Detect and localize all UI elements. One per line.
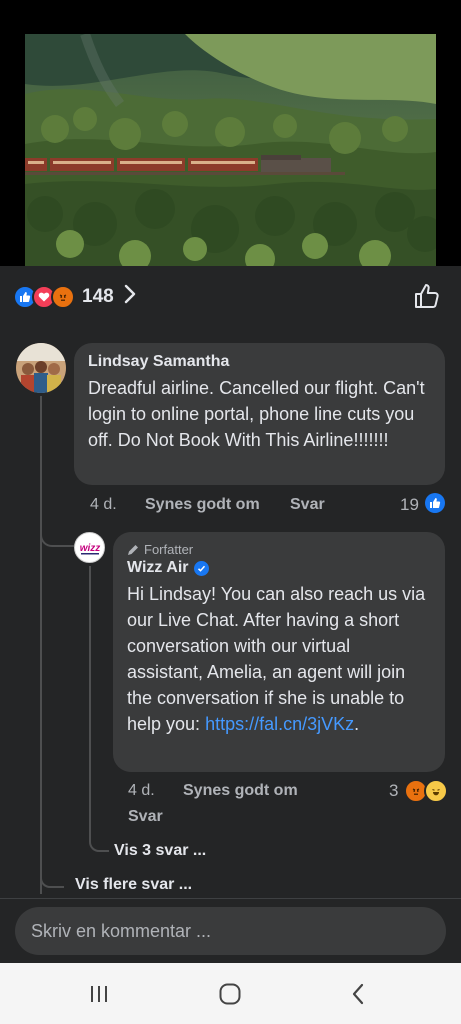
view-replies-link[interactable]: Vis 3 svar ... (114, 842, 206, 860)
back-icon[interactable] (350, 982, 366, 1011)
reply-text: Hi Lindsay! You can also reach us via ou… (127, 584, 426, 734)
author-badge: Forfatter (127, 542, 431, 557)
thread-branch (40, 862, 64, 888)
comment-like-button[interactable]: Synes godt om (145, 496, 260, 514)
angry-reaction-icon (51, 284, 75, 309)
svg-text:wizz: wizz (79, 543, 100, 554)
like-button-icon[interactable] (413, 282, 441, 315)
thread-line (40, 396, 42, 894)
view-more-replies-link[interactable]: Vis flere svar ... (75, 876, 192, 894)
verified-badge-icon (194, 560, 210, 576)
reply-reaction-count[interactable]: 3 (389, 781, 398, 801)
comment-like-count[interactable]: 19 (400, 495, 419, 515)
comments-panel: 148 Lindsay Samantha Dreadful airline. C… (0, 266, 461, 963)
home-icon[interactable] (218, 982, 242, 1011)
post-photo[interactable] (25, 34, 436, 266)
divider (0, 898, 461, 899)
reply-reply-button[interactable]: Svar (128, 808, 163, 826)
thread-branch (40, 532, 74, 547)
post-photo-area (0, 0, 461, 266)
reply-text-end: . (354, 714, 360, 734)
comment-text: Dreadful airline. Cancelled our flight. … (88, 378, 425, 450)
haha-reaction-icon (424, 779, 448, 803)
reply-like-button[interactable]: Synes godt om (183, 782, 298, 800)
thread-line (89, 566, 91, 838)
comment-input[interactable] (15, 907, 446, 955)
avatar[interactable]: wizz (74, 532, 105, 563)
reactions-summary[interactable]: 148 (13, 284, 136, 309)
reply-author[interactable]: Wizz Air (127, 559, 188, 577)
reply-bubble[interactable]: Forfatter Wizz Air Hi Lindsay! You can a… (113, 532, 445, 772)
reply-author-row: Wizz Air (127, 559, 431, 577)
comment-author[interactable]: Lindsay Samantha (88, 353, 431, 371)
recent-apps-icon[interactable] (88, 983, 110, 1010)
comment-bubble[interactable]: Lindsay Samantha Dreadful airline. Cance… (74, 343, 445, 485)
author-badge-label: Forfatter (144, 542, 194, 557)
reactions-count: 148 (82, 285, 114, 307)
comment-reply-button[interactable]: Svar (290, 496, 325, 514)
avatar[interactable] (16, 343, 66, 393)
chevron-right-icon[interactable] (124, 284, 136, 309)
like-reaction-icon (425, 493, 445, 513)
reply-link[interactable]: https://fal.cn/3jVKz (205, 714, 354, 734)
reply-time[interactable]: 4 d. (128, 782, 155, 800)
pencil-icon (127, 544, 139, 556)
comment-time[interactable]: 4 d. (90, 496, 117, 514)
reply-text-block: Hi Lindsay! You can also reach us via ou… (127, 581, 431, 737)
thread-branch (89, 832, 109, 852)
system-navigation-bar (0, 963, 461, 1024)
